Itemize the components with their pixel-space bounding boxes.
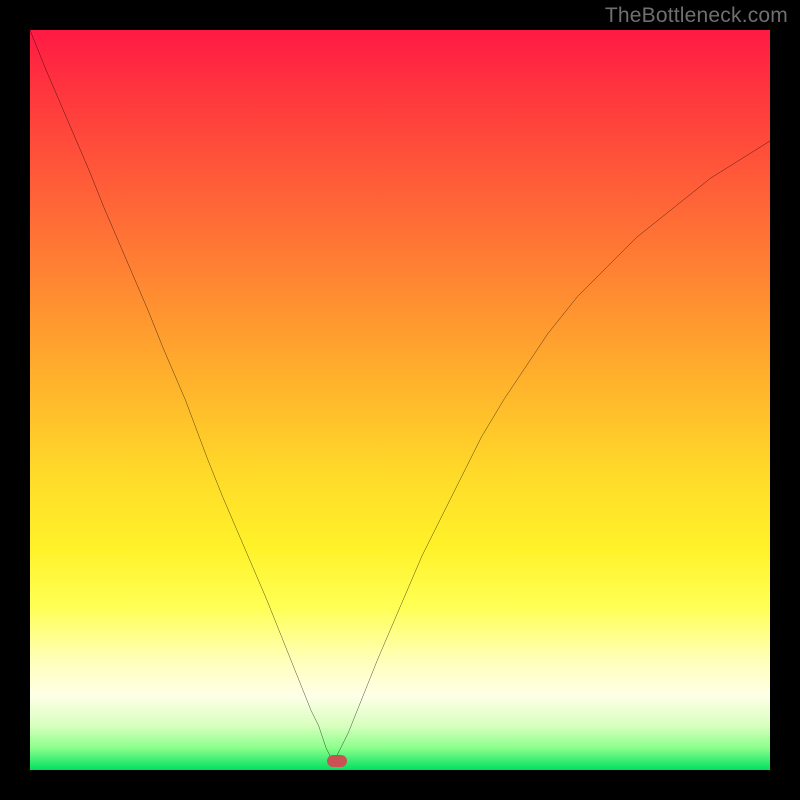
curve-path xyxy=(30,30,770,763)
minimum-marker xyxy=(327,755,347,767)
plot-area xyxy=(30,30,770,770)
curve-svg xyxy=(30,30,770,770)
watermark-text: TheBottleneck.com xyxy=(605,4,788,28)
chart-frame: TheBottleneck.com xyxy=(0,0,800,800)
